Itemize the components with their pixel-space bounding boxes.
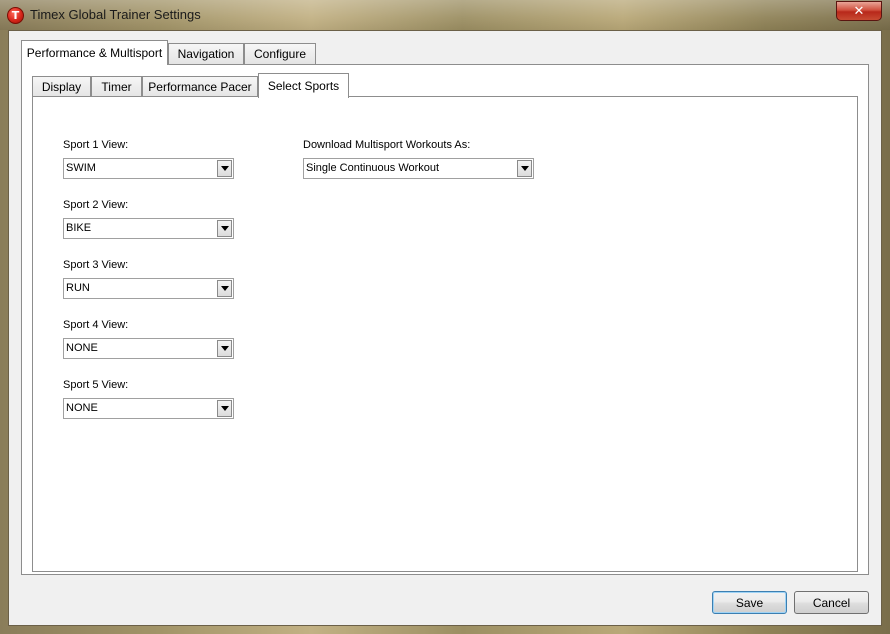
select-sports-panel: Sport 1 View: SWIM Sport 2 View: BIKE Sp…	[32, 96, 858, 572]
sport-1-label: Sport 1 View:	[63, 139, 129, 151]
download-multisport-value: Single Continuous Workout	[306, 162, 440, 174]
tab-performance-pacer[interactable]: Performance Pacer	[142, 76, 258, 97]
sport-5-value: NONE	[66, 402, 98, 414]
title-bar[interactable]: T Timex Global Trainer Settings ✕	[0, 0, 890, 30]
sport-2-select[interactable]: BIKE	[63, 218, 234, 239]
chevron-down-icon[interactable]	[517, 160, 532, 177]
tab-navigation[interactable]: Navigation	[168, 43, 244, 64]
sport-4-value: NONE	[66, 342, 98, 354]
sport-3-select[interactable]: RUN	[63, 278, 234, 299]
sport-5-label: Sport 5 View:	[63, 379, 129, 391]
tab-configure[interactable]: Configure	[244, 43, 316, 64]
chevron-down-icon[interactable]	[217, 220, 232, 237]
sport-3-label: Sport 3 View:	[63, 259, 129, 271]
close-icon[interactable]: ✕	[836, 1, 882, 21]
cancel-button[interactable]: Cancel	[794, 591, 869, 614]
tab-select-sports[interactable]: Select Sports	[258, 73, 349, 98]
window-title: Timex Global Trainer Settings	[30, 7, 201, 22]
chevron-down-icon[interactable]	[217, 340, 232, 357]
sport-2-label: Sport 2 View:	[63, 199, 129, 211]
sport-3-value: RUN	[66, 282, 90, 294]
tab-performance-multisport[interactable]: Performance & Multisport	[21, 40, 168, 65]
tab-timer[interactable]: Timer	[91, 76, 142, 97]
sport-5-select[interactable]: NONE	[63, 398, 234, 419]
sport-1-value: SWIM	[66, 162, 96, 174]
timex-logo-icon: T	[7, 7, 24, 24]
sport-1-select[interactable]: SWIM	[63, 158, 234, 179]
outer-tab-panel: Display Timer Performance Pacer Select S…	[21, 64, 869, 575]
tab-display[interactable]: Display	[32, 76, 91, 97]
sport-4-label: Sport 4 View:	[63, 319, 129, 331]
chevron-down-icon[interactable]	[217, 400, 232, 417]
save-button[interactable]: Save	[712, 591, 787, 614]
sport-2-value: BIKE	[66, 222, 92, 234]
download-multisport-select[interactable]: Single Continuous Workout	[303, 158, 534, 179]
sport-4-select[interactable]: NONE	[63, 338, 234, 359]
dialog-client-area: Performance & Multisport Navigation Conf…	[8, 30, 882, 626]
download-multisport-label: Download Multisport Workouts As:	[303, 139, 471, 151]
chevron-down-icon[interactable]	[217, 160, 232, 177]
chevron-down-icon[interactable]	[217, 280, 232, 297]
